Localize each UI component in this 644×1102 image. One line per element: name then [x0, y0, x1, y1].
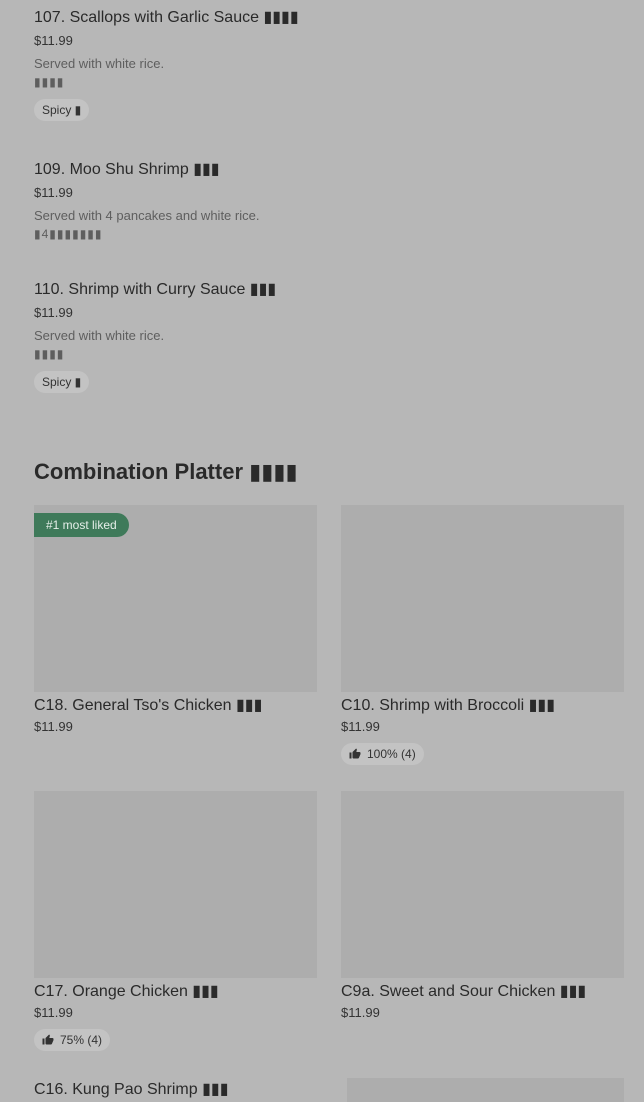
menu-item-110[interactable]: 110. Shrimp with Curry Sauce ▮▮▮ $11.99 … — [34, 280, 276, 393]
item-image[interactable] — [34, 791, 317, 978]
rating-text: 100% (4) — [367, 747, 416, 761]
item-description-alt: ▮▮▮▮ — [34, 347, 65, 361]
menu-card-c16[interactable]: C16. Kung Pao Shrimp ▮▮▮ — [34, 1076, 317, 1100]
card-name: C17. Orange Chicken ▮▮▮ — [34, 983, 219, 1000]
item-title: 109. Moo Shu Shrimp ▮▮▮ — [34, 161, 220, 178]
item-description: Served with white rice. — [34, 56, 165, 71]
card-price: $11.99 — [34, 1005, 73, 1020]
menu-card-c10[interactable]: C10. Shrimp with Broccoli ▮▮▮ $11.99 100… — [341, 505, 624, 765]
item-description: Served with 4 pancakes and white rice. — [34, 208, 260, 223]
item-image[interactable]: #1 most liked — [34, 505, 317, 692]
menu-item-107[interactable]: 107. Scallops with Garlic Sauce ▮▮▮▮ $11… — [34, 8, 299, 121]
menu-item-109[interactable]: 109. Moo Shu Shrimp ▮▮▮ $11.99 Served wi… — [34, 160, 259, 241]
item-title: 107. Scallops with Garlic Sauce ▮▮▮▮ — [34, 9, 299, 26]
card-price: $11.99 — [341, 1005, 380, 1020]
card-price: $11.99 — [341, 719, 380, 734]
thumbs-up-icon — [349, 748, 361, 759]
section-title: Combination Platter ▮▮▮▮ — [34, 459, 298, 484]
rating-text: 75% (4) — [60, 1033, 103, 1047]
item-description: Served with white rice. — [34, 328, 165, 343]
card-name: C16. Kung Pao Shrimp ▮▮▮ — [34, 1081, 229, 1098]
menu-card-c18[interactable]: #1 most liked C18. General Tso's Chicken… — [34, 505, 317, 735]
card-price: $11.99 — [34, 719, 73, 734]
item-description-alt: ▮▮▮▮ — [34, 75, 65, 89]
card-name: C18. General Tso's Chicken ▮▮▮ — [34, 697, 263, 714]
rating-badge: 100% (4) — [341, 743, 424, 765]
thumbs-up-icon — [42, 1034, 54, 1045]
item-price: $11.99 — [34, 305, 73, 320]
item-image[interactable] — [341, 791, 624, 978]
item-description-alt: ▮4▮▮▮▮▮▮▮ — [34, 227, 103, 241]
most-liked-badge: #1 most liked — [34, 513, 129, 537]
card-name: C9a. Sweet and Sour Chicken ▮▮▮ — [341, 983, 587, 1000]
item-price: $11.99 — [34, 185, 73, 200]
item-image[interactable] — [341, 505, 624, 692]
item-title: 110. Shrimp with Curry Sauce ▮▮▮ — [34, 281, 277, 298]
rating-badge: 75% (4) — [34, 1029, 111, 1051]
menu-card-c9a[interactable]: C9a. Sweet and Sour Chicken ▮▮▮ $11.99 — [341, 791, 624, 1021]
spicy-tag: Spicy ▮ — [34, 371, 90, 393]
item-image[interactable] — [347, 1078, 624, 1102]
card-name: C10. Shrimp with Broccoli ▮▮▮ — [341, 697, 556, 714]
item-price: $11.99 — [34, 33, 73, 48]
spicy-tag: Spicy ▮ — [34, 99, 90, 121]
menu-card-c17[interactable]: C17. Orange Chicken ▮▮▮ $11.99 75% (4) — [34, 791, 317, 1051]
